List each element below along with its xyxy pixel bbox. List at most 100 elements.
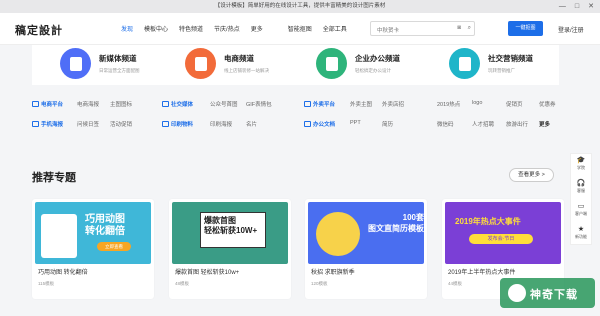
customer-service-tool[interactable]: 🎧 客服 — [571, 177, 591, 200]
topic-count: 48模板 — [175, 281, 190, 286]
category-link[interactable]: 促销页 — [506, 100, 523, 108]
category-link[interactable]: 微信码 — [437, 120, 454, 128]
topic-title: 秋招 求职旗新季 — [311, 270, 355, 276]
headset-icon: 🎧 — [576, 180, 586, 187]
new-features-tool[interactable]: ★ 新功能 — [571, 223, 591, 246]
desktop-icon: ▭ — [577, 203, 585, 210]
tool-label: 学院 — [577, 165, 585, 170]
maximize-button[interactable]: □ — [575, 0, 579, 13]
channel-ecommerce[interactable]: 电商频道线上店铺装修一站解决 — [185, 48, 269, 79]
thumbnail-tag: 立即查看 — [97, 242, 131, 251]
category-link[interactable]: 旅游出行 — [506, 120, 528, 128]
channel-subtitle: 日常运营全方面配图 — [99, 68, 140, 73]
category-link[interactable]: 主图图标 — [110, 100, 132, 108]
illustration-blob — [316, 212, 360, 256]
one-click-cutout-button[interactable]: 一键抠图 — [508, 21, 543, 36]
channel-title: 企业办公频道 — [355, 54, 400, 63]
tool-label: 客服 — [577, 188, 585, 193]
nav-templates[interactable]: 模板中心 — [144, 24, 168, 33]
channel-office[interactable]: 企业办公频道轻松搞定办公设计 — [316, 48, 400, 79]
topic-thumbnail: 100套 图文直简历模板 — [308, 202, 424, 264]
thumbnail-text: 爆款首图 轻松斩获10W+ — [204, 216, 258, 235]
channel-title: 新媒体频道 — [99, 54, 137, 63]
category-link[interactable]: 优惠券 — [539, 100, 556, 108]
category-link[interactable]: 人才招聘 — [472, 120, 494, 128]
channel-title: 电商频道 — [224, 54, 254, 63]
close-button[interactable]: ✕ — [588, 0, 594, 13]
topic-card[interactable]: 100套 图文直简历模板 秋招 求职旗新季 120模板 — [305, 199, 427, 299]
search-input[interactable]: 中秋贺卡 — [377, 26, 399, 34]
graduation-cap-icon: 🎓 — [576, 157, 586, 164]
star-icon: ★ — [577, 226, 585, 233]
site-header: 稿定設計 发现 模板中心 特色频道 节庆/热点 更多 智能抠图 全部工具 中秋贺… — [0, 13, 600, 45]
watermark-logo-icon — [508, 284, 526, 302]
phone-icon — [60, 48, 91, 79]
category-link[interactable]: 问候日签 — [77, 120, 99, 128]
channel-social-marketing[interactable]: 社交营销频道 玩转营销推广 — [449, 48, 533, 79]
nav-smart-cutout[interactable]: 智能抠图 — [288, 24, 312, 33]
thumbnail-text: 100套 图文直简历模板 — [368, 213, 424, 233]
thumbnail-tag: 发布会·节日 — [469, 234, 533, 244]
topic-card[interactable]: 爆款首图 轻松斩获10W+ 爆款首图 轻松斩获10w+ 48模板 — [169, 199, 291, 299]
category-takeout-platform[interactable]: 外卖平台 — [304, 100, 335, 108]
watermark-text: 神奇下载 — [530, 289, 578, 301]
topic-thumbnail: 巧用动图 转化翻倍 立即查看 — [35, 202, 151, 264]
channel-subtitle: 线上店铺装修一站解决 — [224, 68, 269, 73]
category-link[interactable]: logo — [472, 100, 482, 106]
topic-title: 2019年上半年热点大事件 — [448, 270, 516, 276]
site-logo[interactable]: 稿定設計 — [15, 22, 63, 38]
client-app-tool[interactable]: ▭ 客户端 — [571, 200, 591, 223]
category-link[interactable]: 外卖店招 — [382, 100, 404, 108]
window-title: 【设计模板】简单好用的在线设计工具，提供丰富精美的设计图片素材 — [214, 3, 386, 9]
social-icon — [162, 101, 169, 107]
nav-all-tools[interactable]: 全部工具 — [323, 24, 347, 33]
category-link[interactable]: 活动促销 — [110, 120, 132, 128]
topic-card[interactable]: 巧用动图 转化翻倍 立即查看 巧用动图 转化翻倍 115模板 — [32, 199, 154, 299]
channel-subtitle: 玩转营销推广 — [488, 68, 515, 73]
minimize-button[interactable]: — — [559, 0, 566, 13]
nav-more[interactable]: 更多 — [251, 24, 263, 33]
nav-discover[interactable]: 发现 — [121, 24, 133, 33]
category-link[interactable]: 2019热点 — [437, 100, 460, 108]
view-more-button[interactable]: 查看更多 > — [509, 168, 554, 182]
print-icon — [162, 121, 169, 127]
category-link[interactable]: 外卖主图 — [350, 100, 372, 108]
camera-icon[interactable]: ◙ — [457, 25, 461, 31]
category-mobile-poster[interactable]: 手机海报 — [32, 120, 63, 128]
login-register-link[interactable]: 登录/注册 — [558, 25, 584, 34]
search-icon[interactable]: ⌕ — [468, 25, 471, 32]
takeout-icon — [304, 101, 311, 107]
main-nav: 发现 模板中心 特色频道 节庆/热点 更多 智能抠图 全部工具 — [121, 24, 347, 33]
thumbnail-text: 巧用动图 转化翻倍 — [85, 214, 125, 237]
category-link[interactable]: GIF表情包 — [246, 100, 272, 108]
chat-bubble-icon — [449, 48, 480, 79]
topic-title: 巧用动图 转化翻倍 — [38, 270, 88, 276]
channel-subtitle: 轻松搞定办公设计 — [355, 68, 391, 73]
search-box[interactable]: 中秋贺卡 ◙ ⌕ — [370, 21, 475, 36]
shopping-bag-icon — [185, 48, 216, 79]
category-office-docs[interactable]: 办公文档 — [304, 120, 335, 128]
channel-new-media[interactable]: 新媒体频道日常运营全方面配图 — [60, 48, 140, 79]
category-link[interactable]: 电商海报 — [77, 100, 99, 108]
category-print-materials[interactable]: 印刷物料 — [162, 120, 193, 128]
briefcase-icon — [316, 48, 347, 79]
category-link[interactable]: 印刷海报 — [210, 120, 232, 128]
monitor-icon — [304, 121, 311, 127]
category-link[interactable]: 简历 — [382, 120, 393, 128]
nav-holidays[interactable]: 节庆/热点 — [214, 24, 240, 33]
topic-title: 爆款首图 轻松斩获10w+ — [175, 270, 240, 276]
nav-special-channels[interactable]: 特色频道 — [179, 24, 203, 33]
section-title: 推荐专题 — [32, 172, 76, 184]
topic-count: 120模板 — [311, 281, 328, 286]
category-link[interactable]: PPT — [350, 120, 361, 126]
category-link[interactable]: 公众号首图 — [210, 100, 238, 108]
category-social-media[interactable]: 社交媒体 — [162, 100, 193, 108]
category-ecommerce-platform[interactable]: 电商平台 — [32, 100, 63, 108]
category-link[interactable]: 名片 — [246, 120, 257, 128]
window-controls: — □ ✕ — [559, 0, 594, 13]
topic-count: 115模板 — [38, 281, 55, 286]
category-links: 电商平台 电商海报 主图图标 社交媒体 公众号首图 GIF表情包 外卖平台 外卖… — [0, 92, 600, 142]
thumbnail-text: 2019年热点大事件 — [455, 217, 521, 226]
academy-tool[interactable]: 🎓 学院 — [571, 154, 591, 177]
category-more-link[interactable]: 更多 — [539, 120, 550, 128]
